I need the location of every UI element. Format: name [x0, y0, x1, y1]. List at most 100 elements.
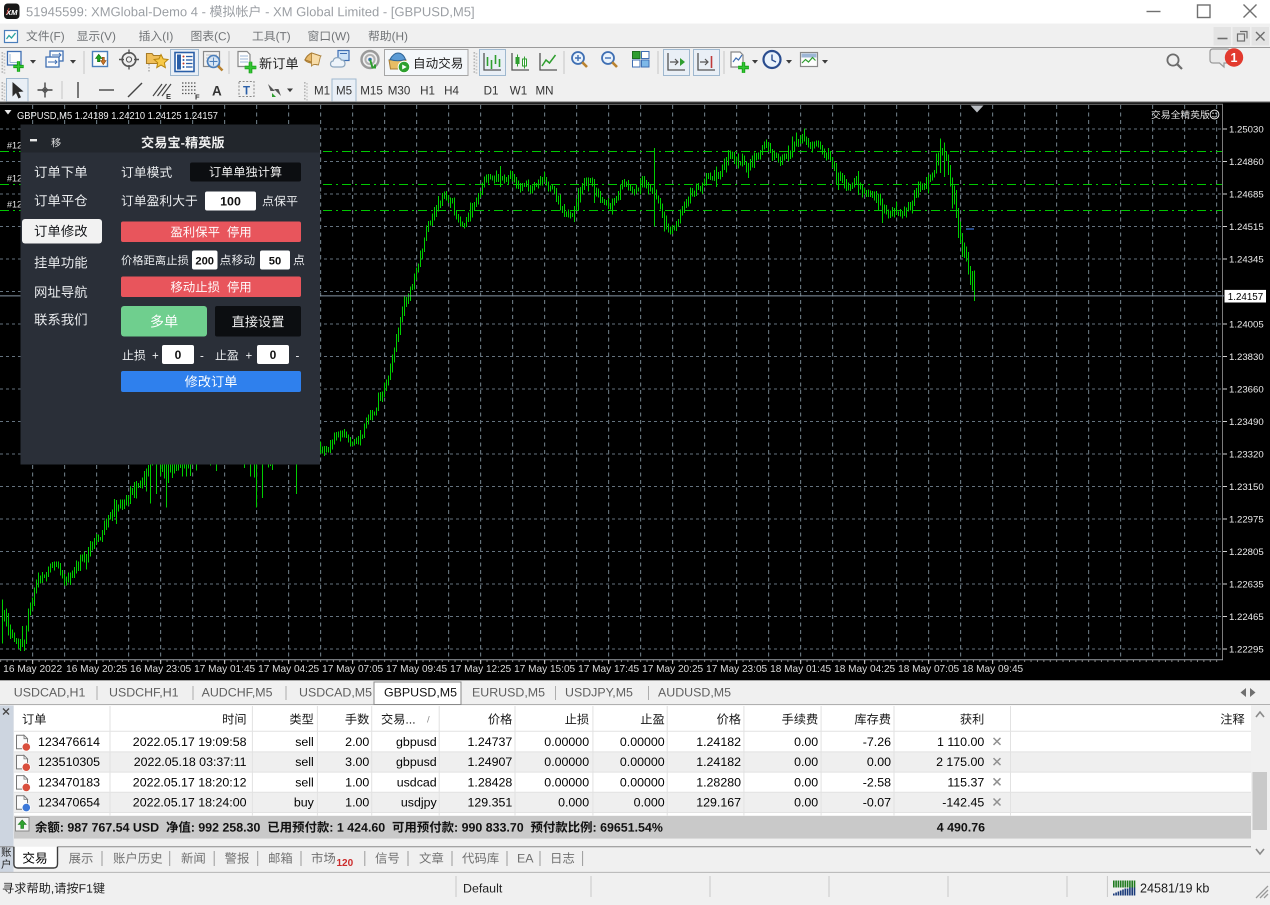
svg-text:18 May 04:25: 18 May 04:25	[834, 664, 895, 675]
svg-text:4 490.76: 4 490.76	[937, 821, 985, 835]
svg-text:1.00: 1.00	[345, 796, 369, 810]
svg-text:1.24182: 1.24182	[696, 735, 741, 749]
svg-text:usdjpy: usdjpy	[401, 796, 438, 810]
svg-text:24581/19 kb: 24581/19 kb	[1140, 882, 1209, 896]
svg-text:1.24157: 1.24157	[1228, 292, 1263, 303]
svg-text:17 May 15:05: 17 May 15:05	[514, 664, 575, 675]
svg-text:F: F	[195, 93, 200, 102]
svg-text:129.167: 129.167	[696, 796, 741, 810]
svg-text:1.24515: 1.24515	[1229, 222, 1264, 233]
svg-text:USDCHF,H1: USDCHF,H1	[109, 685, 179, 699]
svg-text:17 May 23:05: 17 May 23:05	[706, 664, 767, 675]
svg-text:50: 50	[269, 255, 281, 267]
svg-text:sell: sell	[295, 735, 314, 749]
svg-text:17 May 20:25: 17 May 20:25	[642, 664, 703, 675]
svg-text:0: 0	[175, 348, 182, 362]
svg-text:T: T	[243, 86, 250, 98]
svg-text:200: 200	[195, 255, 214, 267]
svg-text:EA: EA	[517, 852, 534, 866]
svg-text:2.00: 2.00	[345, 735, 369, 749]
svg-text:18 May 01:45: 18 May 01:45	[770, 664, 831, 675]
svg-text:0.00000: 0.00000	[620, 735, 665, 749]
svg-text:1.24005: 1.24005	[1229, 319, 1264, 330]
svg-text:0.00000: 0.00000	[544, 755, 589, 769]
svg-text:USDCAD,M5: USDCAD,M5	[299, 685, 372, 699]
svg-text:sell: sell	[295, 755, 314, 769]
svg-text:0: 0	[270, 348, 277, 362]
svg-text:16 May 2022: 16 May 2022	[3, 664, 62, 675]
svg-text:0.00000: 0.00000	[544, 775, 589, 789]
svg-text:17 May 17:45: 17 May 17:45	[578, 664, 639, 675]
svg-text:0.000: 0.000	[558, 796, 589, 810]
svg-text:17 May 07:05: 17 May 07:05	[322, 664, 383, 675]
svg-text:115.37: 115.37	[947, 775, 984, 789]
svg-text:M30: M30	[388, 84, 411, 97]
svg-text:0.00: 0.00	[794, 755, 818, 769]
svg-text:18 May 07:05: 18 May 07:05	[898, 664, 959, 675]
svg-text:1 110.00: 1 110.00	[937, 735, 984, 749]
svg-text:1.23150: 1.23150	[1229, 482, 1264, 493]
svg-text:A: A	[212, 84, 222, 99]
svg-text:1.24182: 1.24182	[696, 755, 741, 769]
svg-text:1.24737: 1.24737	[468, 735, 513, 749]
svg-text:-7.26: -7.26	[863, 735, 891, 749]
svg-text:USDCAD,H1: USDCAD,H1	[14, 685, 86, 699]
svg-text:0.00: 0.00	[794, 796, 818, 810]
svg-text:1.28428: 1.28428	[468, 775, 513, 789]
svg-text:1.25030: 1.25030	[1229, 124, 1264, 135]
svg-text:buy: buy	[294, 796, 315, 810]
svg-text:1.23320: 1.23320	[1229, 449, 1264, 460]
svg-text:2022.05.17 18:20:12: 2022.05.17 18:20:12	[133, 775, 247, 789]
svg-text:1.23830: 1.23830	[1229, 352, 1264, 363]
svg-text:0.00000: 0.00000	[620, 775, 665, 789]
svg-text:+: +	[246, 351, 253, 363]
svg-text:1.22975: 1.22975	[1229, 514, 1264, 525]
svg-text:GBPUSD,M5: GBPUSD,M5	[384, 685, 457, 699]
svg-text:2 175.00: 2 175.00	[936, 755, 984, 769]
svg-text:gbpusd: gbpusd	[396, 735, 437, 749]
svg-text:16 May 20:25: 16 May 20:25	[66, 664, 127, 675]
svg-text:129.351: 129.351	[468, 796, 513, 810]
svg-text:EURUSD,M5: EURUSD,M5	[472, 685, 545, 699]
svg-text:1.22635: 1.22635	[1229, 579, 1264, 590]
svg-text:+: +	[152, 351, 159, 363]
svg-text:USDJPY,M5: USDJPY,M5	[565, 685, 633, 699]
svg-text:1.24345: 1.24345	[1229, 254, 1264, 265]
svg-text:17 May 01:45: 17 May 01:45	[194, 664, 255, 675]
svg-text:1.24907: 1.24907	[468, 755, 513, 769]
svg-text:Default: Default	[463, 882, 503, 896]
svg-text:1.00: 1.00	[345, 775, 369, 789]
svg-text:H4: H4	[444, 84, 459, 97]
svg-text:17 May 09:45: 17 May 09:45	[386, 664, 447, 675]
svg-text:1.24860: 1.24860	[1229, 157, 1264, 168]
svg-text:16 May 23:05: 16 May 23:05	[130, 664, 191, 675]
svg-text:-: -	[296, 351, 300, 363]
svg-text:sell: sell	[295, 775, 314, 789]
svg-text:123476614: 123476614	[38, 735, 100, 749]
svg-text:MN: MN	[535, 84, 553, 97]
svg-text:123470654: 123470654	[38, 796, 100, 810]
svg-text:2022.05.17 18:24:00: 2022.05.17 18:24:00	[133, 796, 247, 810]
svg-text:GBPUSD,M5 1.24189 1.24210 1.2: GBPUSD,M5 1.24189 1.24210 1.24125 1.2415…	[17, 111, 218, 122]
svg-text:0.00000: 0.00000	[620, 755, 665, 769]
svg-text:1.24685: 1.24685	[1229, 189, 1264, 200]
svg-text:gbpusd: gbpusd	[396, 755, 437, 769]
svg-text:3.00: 3.00	[345, 755, 369, 769]
svg-text:1.22465: 1.22465	[1229, 612, 1264, 623]
svg-text:123510305: 123510305	[38, 755, 100, 769]
svg-text:M15: M15	[360, 84, 383, 97]
svg-text:1: 1	[1231, 51, 1238, 65]
svg-text:1.22295: 1.22295	[1229, 644, 1264, 655]
svg-text:2022.05.18 03:37:11: 2022.05.18 03:37:11	[134, 755, 247, 769]
svg-text:W1: W1	[510, 84, 527, 97]
svg-text:0.00: 0.00	[794, 735, 818, 749]
svg-text:1.22805: 1.22805	[1229, 547, 1264, 558]
svg-text:usdcad: usdcad	[397, 775, 437, 789]
svg-text:0.00: 0.00	[867, 755, 891, 769]
svg-text:18 May 09:45: 18 May 09:45	[962, 664, 1023, 675]
svg-text:-2.58: -2.58	[863, 775, 891, 789]
svg-text:E: E	[166, 92, 171, 101]
svg-text:M5: M5	[336, 84, 352, 97]
svg-text:0.00: 0.00	[794, 775, 818, 789]
svg-text:M1: M1	[314, 84, 330, 97]
